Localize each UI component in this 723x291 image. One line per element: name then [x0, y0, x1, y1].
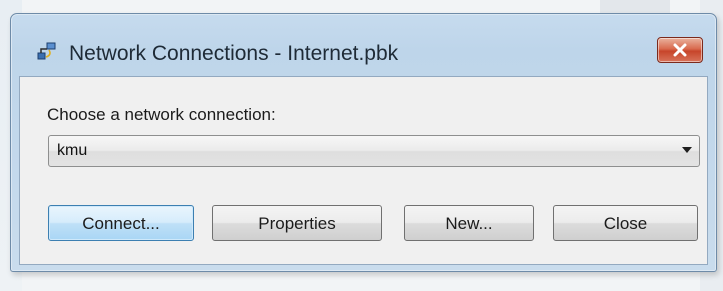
window-title: Network Connections - Internet.pbk [69, 42, 399, 65]
dialog-window: Network Connections - Internet.pbk Choos… [10, 13, 717, 272]
close-icon [673, 43, 687, 57]
properties-button[interactable]: Properties [212, 205, 382, 241]
connect-button[interactable]: Connect... [48, 205, 194, 241]
connection-select-value: kmu [57, 142, 88, 159]
choose-connection-label: Choose a network connection: [47, 105, 276, 124]
title-bar[interactable]: Network Connections - Internet.pbk [11, 14, 716, 72]
close-button[interactable]: Close [553, 205, 698, 241]
chevron-down-icon[interactable] [682, 147, 692, 153]
new-button[interactable]: New... [404, 205, 534, 241]
dialog-body: Choose a network connection: kmu Connect… [19, 76, 708, 265]
network-connection-icon [35, 40, 59, 64]
connection-select[interactable]: kmu [48, 135, 700, 167]
close-window-button[interactable] [657, 37, 703, 63]
